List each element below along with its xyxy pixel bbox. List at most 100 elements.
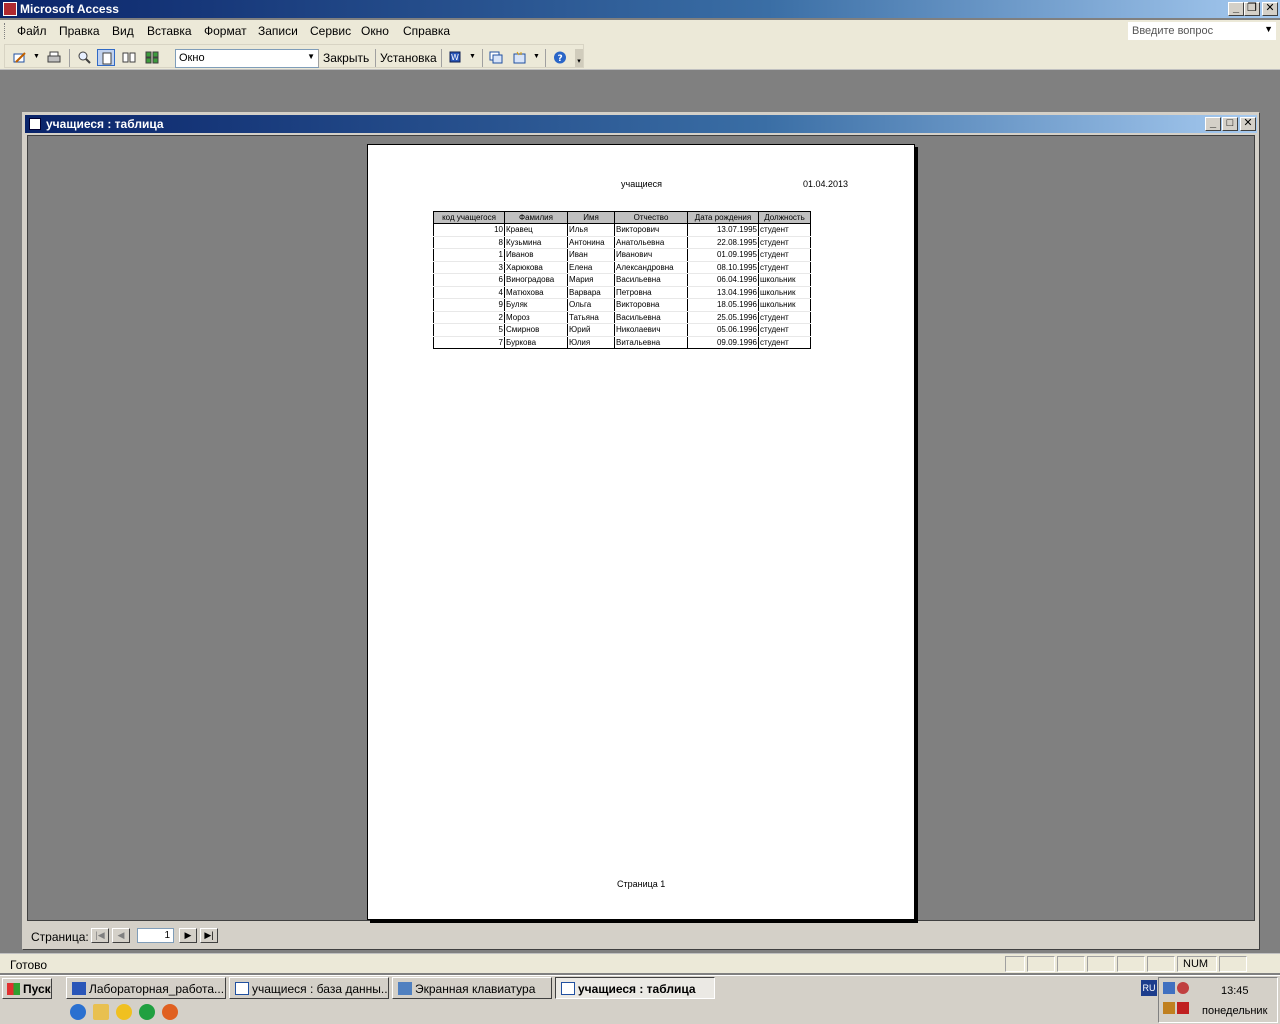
menu-grip[interactable] — [4, 23, 7, 39]
toolbar-options-icon[interactable]: ▾ — [575, 49, 583, 67]
print-button[interactable] — [45, 49, 63, 66]
preview-window: учащиеся : таблица _ □ ✕ учащиеся 01.04.… — [22, 112, 1260, 950]
cell-name: Варвара — [567, 286, 615, 299]
office-links-button[interactable]: W — [447, 49, 465, 66]
column-header: Отчество — [614, 211, 688, 224]
menu-window[interactable]: Окно — [361, 24, 389, 38]
cell-surname: Матюхова — [504, 286, 568, 299]
task-label: Экранная клавиатура — [415, 982, 536, 996]
child-maximize-button[interactable]: □ — [1222, 117, 1238, 131]
restore-button[interactable]: ❐ — [1244, 2, 1260, 16]
cell-position: студент — [758, 311, 811, 324]
page-setup-button[interactable]: Установка — [380, 51, 437, 65]
chevron-down-icon[interactable]: ▼ — [33, 53, 40, 60]
cell-patronymic: Анатольевна — [614, 236, 688, 249]
multiple-pages-button[interactable] — [143, 49, 161, 66]
folder-icon[interactable] — [93, 1004, 109, 1020]
cell-birthdate: 09.09.1996 — [687, 336, 759, 349]
report-page[interactable]: учащиеся 01.04.2013 код учащегося Фамили… — [367, 144, 915, 920]
word-icon: W — [449, 51, 461, 63]
start-button[interactable]: Пуск — [2, 978, 52, 999]
clock-icon[interactable] — [116, 1004, 132, 1020]
taskbar-word-document[interactable]: Лабораторная_работа... — [66, 977, 226, 999]
previous-page-button[interactable]: ◀ — [112, 928, 130, 943]
clock-time[interactable]: 13:45 — [1221, 985, 1249, 997]
antivirus-icon[interactable] — [1177, 1002, 1189, 1014]
first-page-button[interactable]: |◀ — [91, 928, 109, 943]
zoom-value: Окно — [179, 52, 205, 64]
internet-explorer-icon[interactable] — [70, 1004, 86, 1020]
help-button[interactable]: ? — [551, 49, 569, 66]
menu-file[interactable]: Файл — [17, 24, 47, 38]
close-preview-button[interactable]: Закрыть — [323, 51, 369, 65]
menu-edit[interactable]: Правка — [59, 24, 100, 38]
menu-format[interactable]: Формат — [204, 24, 247, 38]
close-button[interactable]: ✕ — [1262, 2, 1278, 16]
menu-view[interactable]: Вид — [112, 24, 134, 38]
table-row: 4 Матюхова Варвара Петровна 13.04.1996 ш… — [433, 286, 811, 299]
table-row: 1 Иванов Иван Иванович 01.09.1995 студен… — [433, 248, 811, 262]
page-number-input[interactable]: 1 — [137, 928, 174, 943]
security-icon[interactable] — [1177, 982, 1189, 994]
cell-position: студент — [758, 248, 811, 262]
network-icon[interactable] — [1163, 982, 1175, 994]
zoom-button[interactable] — [75, 49, 93, 66]
taskbar-table-preview[interactable]: учащиеся : таблица — [555, 977, 715, 999]
table-header-row: код учащегося Фамилия Имя Отчество Дата … — [433, 211, 811, 224]
firefox-icon[interactable] — [162, 1004, 178, 1020]
menu-help[interactable]: Справка — [403, 24, 450, 38]
media-player-icon[interactable] — [139, 1004, 155, 1020]
new-object-button[interactable] — [511, 49, 529, 66]
column-header: код учащегося — [433, 211, 505, 224]
taskbar-access-database[interactable]: учащиеся : база данны... — [229, 977, 389, 999]
table-row: 6 Виноградова Мария Васильевна 06.04.199… — [433, 273, 811, 287]
report-header-title: учащиеся — [621, 179, 663, 189]
cell-position: студент — [758, 336, 811, 349]
two-pages-icon — [122, 52, 136, 63]
minimize-button[interactable]: _ — [1228, 2, 1244, 16]
preview-area[interactable]: учащиеся 01.04.2013 код учащегося Фамили… — [27, 135, 1255, 921]
cell-birthdate: 01.09.1995 — [687, 248, 759, 262]
next-page-button[interactable]: ▶ — [179, 928, 197, 943]
cell-birthdate: 22.08.1995 — [687, 236, 759, 249]
chevron-down-icon[interactable]: ▼ — [469, 53, 476, 60]
design-view-icon — [13, 52, 26, 63]
language-indicator[interactable]: RU — [1141, 980, 1157, 996]
cell-surname: Харюкова — [504, 261, 568, 274]
preview-window-title-bar[interactable]: учащиеся : таблица _ □ ✕ — [25, 115, 1257, 133]
cell-patronymic: Витальевна — [614, 336, 688, 349]
help-question-input[interactable]: Введите вопрос ▼ — [1128, 22, 1276, 40]
child-close-button[interactable]: ✕ — [1240, 117, 1256, 131]
menu-insert[interactable]: Вставка — [147, 24, 192, 38]
volume-icon[interactable] — [1163, 1002, 1175, 1014]
one-page-button[interactable] — [97, 49, 115, 66]
menu-records[interactable]: Записи — [258, 24, 298, 38]
zoom-select[interactable]: Окно ▼ — [175, 49, 319, 68]
cell-id: 8 — [433, 236, 505, 249]
taskbar-on-screen-keyboard[interactable]: Экранная клавиатура — [392, 977, 552, 999]
chevron-down-icon[interactable]: ▼ — [307, 52, 315, 61]
task-label: учащиеся : база данны... — [252, 982, 389, 996]
cell-surname: Буркова — [504, 336, 568, 349]
status-text: Готово — [10, 958, 48, 972]
last-page-button[interactable]: ▶| — [200, 928, 218, 943]
record-navigation-bar: Страница: |◀ ◀ 1 ▶ ▶| — [27, 925, 1255, 947]
database-window-button[interactable] — [487, 49, 505, 66]
clock-day: понедельник — [1202, 1005, 1268, 1017]
cell-id: 2 — [433, 311, 505, 324]
cell-id: 3 — [433, 261, 505, 274]
child-minimize-button[interactable]: _ — [1205, 117, 1221, 131]
cell-birthdate: 25.05.1996 — [687, 311, 759, 324]
chevron-down-icon[interactable]: ▼ — [533, 53, 540, 60]
menu-tools[interactable]: Сервис — [310, 24, 351, 38]
printer-icon — [47, 51, 61, 63]
app-title-bar[interactable]: Microsoft Access _ ❐ ✕ — [0, 0, 1280, 18]
report-table: код учащегося Фамилия Имя Отчество Дата … — [433, 211, 811, 349]
chevron-down-icon[interactable]: ▼ — [1264, 24, 1273, 34]
cell-name: Юлия — [567, 336, 615, 349]
two-pages-button[interactable] — [120, 49, 138, 66]
cell-position: студент — [758, 236, 811, 249]
column-header: Имя — [567, 211, 615, 224]
design-view-button[interactable] — [11, 49, 29, 66]
help-icon: ? — [554, 51, 566, 64]
